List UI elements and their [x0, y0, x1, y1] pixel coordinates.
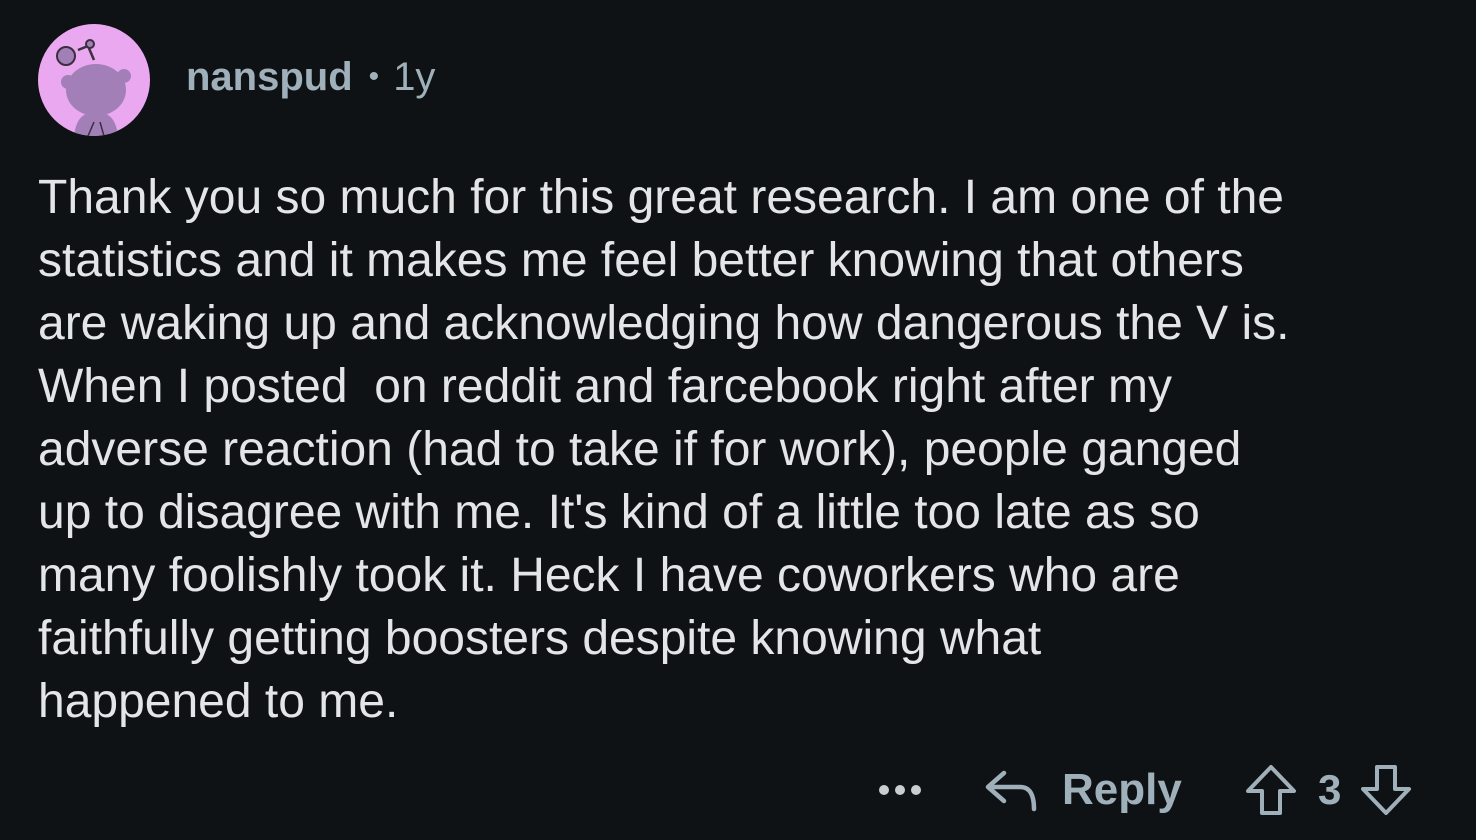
reply-button[interactable]: Reply [984, 762, 1182, 818]
more-options-icon [876, 785, 924, 795]
reply-arrow-icon [985, 770, 1037, 812]
meta-separator: • [368, 60, 380, 93]
avatar[interactable] [38, 24, 150, 136]
comment-actions: Reply 3 [0, 758, 1476, 822]
downvote-arrow-icon [1361, 765, 1412, 815]
vote-count: 3 [1318, 766, 1342, 813]
vote-controls: 3 [1244, 762, 1413, 818]
comment-meta: nanspud • 1y [186, 55, 435, 100]
username-link[interactable]: nanspud [186, 55, 353, 100]
comment: nanspud • 1y Thank you so much for this … [0, 0, 1476, 840]
comment-body: Thank you so much for this great researc… [38, 171, 1290, 728]
snoo-avatar-icon [56, 39, 131, 136]
more-options-button[interactable] [870, 766, 930, 814]
reply-label: Reply [1062, 765, 1182, 814]
upvote-arrow-icon [1246, 765, 1296, 815]
comment-age: 1y [393, 54, 436, 99]
downvote-button[interactable] [1359, 763, 1413, 817]
comment-header: nanspud • 1y [38, 24, 435, 136]
upvote-button[interactable] [1244, 763, 1298, 817]
